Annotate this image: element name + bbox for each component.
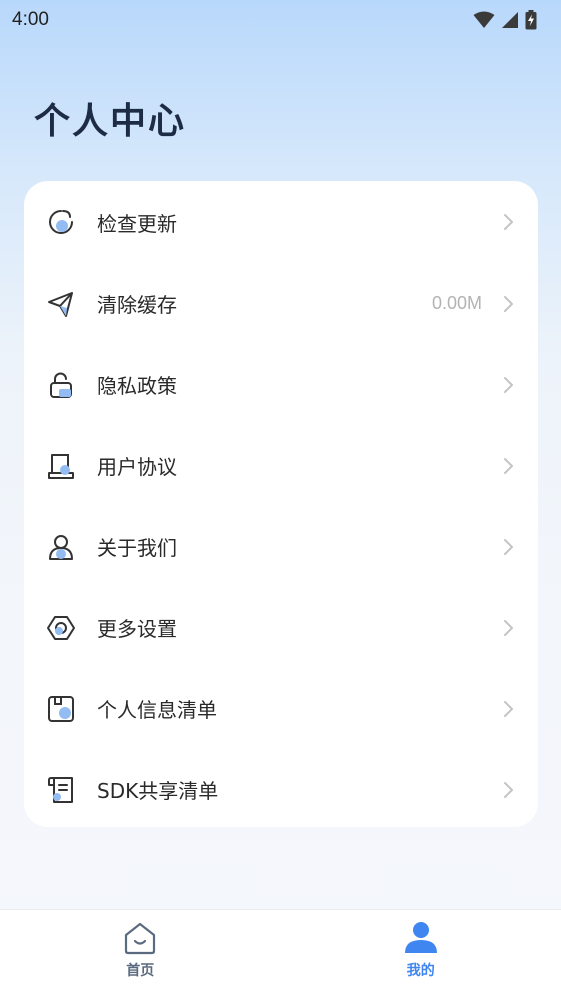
personal-info-list-icon [46,694,76,724]
menu-item-label: 用户协议 [97,455,177,479]
menu-item-user-agreement[interactable]: 用户协议 [24,425,538,506]
menu-item-label: 隐私政策 [97,374,177,398]
menu-card: 检查更新 清除缓存 0.00M 隐私政策 用户协议 关于我们 更多设置 个人信息… [24,181,538,827]
chevron-right-icon [504,619,513,636]
page-title: 个人中心 [34,101,187,142]
person-icon [46,532,76,562]
chevron-right-icon [504,457,513,474]
chevron-right-icon [504,214,513,230]
menu-item-label: 个人信息清单 [97,698,217,722]
battery-charging-icon [525,10,537,30]
chevron-right-icon [504,295,513,312]
check-update-icon [46,207,76,237]
paper-plane-icon [46,289,76,319]
tab-home[interactable]: 首页 [0,910,281,999]
cache-size-value: 0.00M [431,293,482,313]
chevron-right-icon [504,538,513,555]
menu-item-label: 关于我们 [97,536,177,560]
status-time: 4:00 [12,9,49,30]
profile-icon [404,922,437,953]
tab-label: 我的 [406,963,435,979]
settings-hex-icon [46,613,76,643]
signal-icon [502,12,518,28]
status-icons [473,10,537,30]
status-bar: 4:00 [0,0,561,40]
wifi-icon [473,11,495,28]
menu-item-label: 更多设置 [97,617,177,641]
sdk-list-icon [46,775,76,805]
menu-item-label: 检查更新 [97,211,177,236]
tab-label: 首页 [126,963,155,979]
menu-item-check-update[interactable]: 检查更新 [24,181,538,263]
menu-item-clear-cache[interactable]: 清除缓存 0.00M [24,263,538,344]
menu-item-sdk-list[interactable]: SDK共享清单 [24,749,538,830]
home-icon [125,922,156,955]
menu-item-about-us[interactable]: 关于我们 [24,506,538,587]
menu-item-label: 清除缓存 [97,293,177,317]
menu-item-label: SDK共享清单 [97,779,219,803]
lock-icon [46,370,76,400]
bottom-tab-bar: 首页 我的 [0,909,561,999]
chevron-right-icon [504,781,513,798]
menu-item-more-settings[interactable]: 更多设置 [24,587,538,668]
menu-item-personal-info-list[interactable]: 个人信息清单 [24,668,538,749]
chevron-right-icon [504,700,513,717]
chevron-right-icon [504,376,513,393]
tab-profile[interactable]: 我的 [281,910,561,999]
agreement-icon [46,451,76,481]
menu-item-privacy-policy[interactable]: 隐私政策 [24,344,538,425]
